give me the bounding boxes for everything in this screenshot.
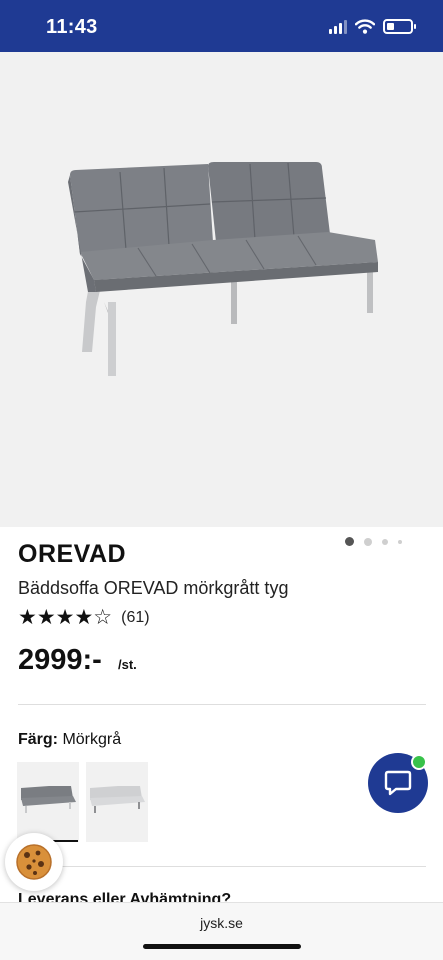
gallery-dot-4[interactable] [398, 539, 402, 544]
delivery-section[interactable]: Leverans eller Avhämtning? [18, 886, 418, 902]
chat-online-indicator [411, 754, 427, 770]
chat-bubble-icon [384, 770, 412, 796]
signal-icon [329, 19, 347, 34]
color-swatch-light-grey[interactable] [86, 762, 148, 842]
color-value: Mörkgrå [62, 731, 122, 748]
review-count[interactable]: (61) [121, 609, 149, 627]
gallery-dot-3[interactable] [382, 538, 388, 545]
sofa-thumbnail-dark [21, 786, 76, 813]
browser-bar: jysk.se [0, 902, 443, 960]
selected-swatch-indicator [53, 840, 78, 842]
url-bar[interactable]: jysk.se [0, 915, 443, 931]
battery-icon [383, 19, 416, 34]
status-time: 11:43 [46, 16, 98, 38]
color-label: Färg: [18, 731, 58, 748]
wifi-icon [355, 19, 375, 34]
divider [18, 704, 426, 705]
gallery-dot-2[interactable] [364, 537, 372, 546]
color-selector-label: Färg: Mörkgrå [18, 731, 121, 749]
status-bar: 11:43 [0, 0, 443, 52]
delivery-heading[interactable]: Leverans eller Avhämtning? [18, 891, 231, 902]
sofa-thumbnail-light [90, 786, 145, 813]
cookie-icon [16, 844, 52, 880]
star-rating-icons: ★★★★☆ [18, 606, 113, 629]
gallery-dot-1[interactable] [345, 537, 354, 546]
color-swatch-dark-grey[interactable] [17, 762, 79, 842]
product-price: 2999:- [18, 644, 102, 676]
divider [18, 866, 426, 867]
price-unit: /st. [118, 657, 137, 672]
home-indicator[interactable] [143, 944, 301, 949]
gallery-pagination[interactable] [345, 537, 402, 546]
cookie-settings-button[interactable] [5, 833, 63, 891]
product-brand: OREVAD [18, 540, 127, 568]
product-gallery[interactable] [0, 52, 443, 546]
sofa-image [68, 162, 378, 376]
product-subtitle: Bäddsoffa OREVAD mörkgrått tyg [18, 578, 289, 598]
status-icons [329, 19, 416, 34]
rating[interactable]: ★★★★☆ (61) [18, 607, 150, 628]
